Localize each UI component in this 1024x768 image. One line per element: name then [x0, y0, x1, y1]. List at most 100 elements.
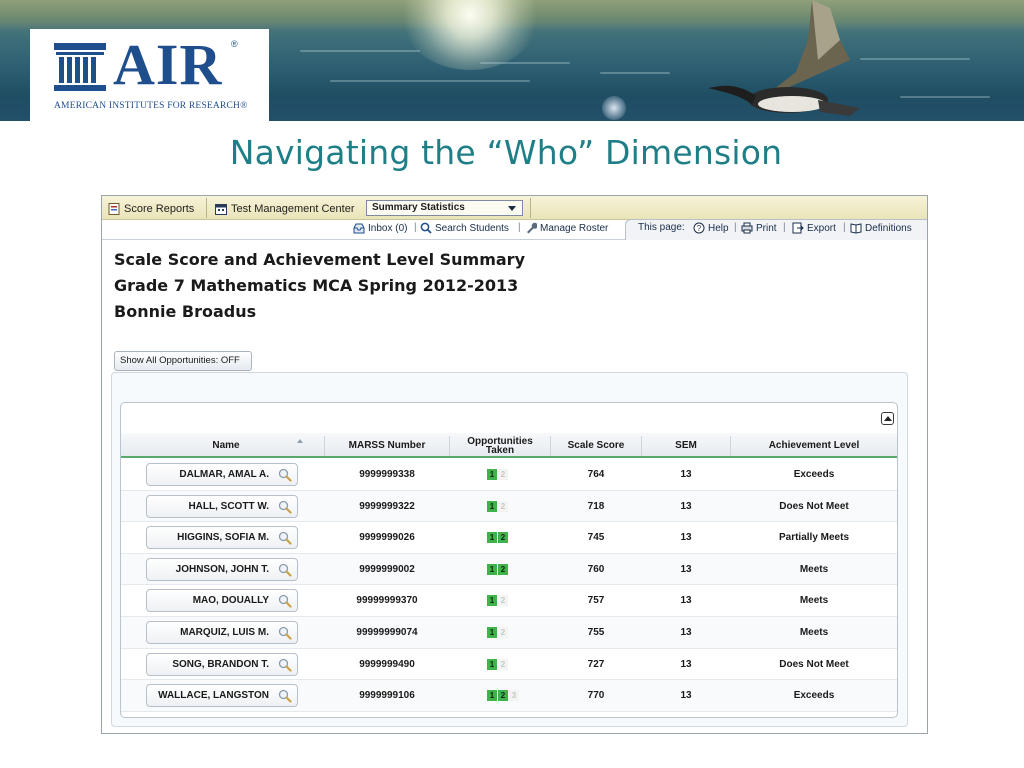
- magnifier-icon[interactable]: [278, 500, 292, 514]
- divider: |: [734, 222, 737, 233]
- sem-value: 13: [680, 500, 692, 512]
- inbox-label: Inbox (0): [368, 222, 408, 234]
- definitions-label: Definitions: [865, 222, 912, 234]
- magnifier-icon[interactable]: [278, 689, 292, 703]
- student-name: JOHNSON, JOHN T.: [175, 563, 269, 575]
- sem-value: 13: [680, 595, 692, 607]
- table-row: DALMAR, AMAL A. 9999999338 1 2 764 13 Exceeds: [121, 459, 897, 491]
- student-name-button[interactable]: MAO, DOUALLY: [146, 589, 298, 613]
- inbox-icon: [353, 223, 365, 234]
- logo-subtitle: AMERICAN INSTITUTES FOR RESEARCH®: [54, 101, 248, 111]
- scale-score: 764: [587, 469, 605, 480]
- tab-test-management-center[interactable]: Test Management Center: [215, 199, 355, 218]
- table-row: MARQUIZ, LUIS M. 99999999074 1 2 755 13 Meets: [121, 616, 897, 649]
- collapse-icon[interactable]: [881, 412, 894, 425]
- columns-icon: [54, 43, 106, 91]
- report-subtitle: Grade 7 Mathematics MCA Spring 2012-2013: [114, 276, 519, 295]
- divider: |: [783, 222, 786, 233]
- export-link[interactable]: Export: [792, 222, 836, 234]
- marss-number: 9999999490: [359, 658, 415, 670]
- manage-roster-link[interactable]: Manage Roster: [525, 222, 608, 234]
- opportunity-taken-badge[interactable]: 1: [487, 532, 497, 544]
- sem-value: 13: [680, 690, 692, 702]
- magnifier-icon[interactable]: [278, 626, 292, 640]
- table-row: HIGGINS, SOFIA M. 9999999026 1 2 745 13 Partia…: [121, 522, 897, 554]
- column-header-achievement-level[interactable]: Achievement Level: [731, 433, 897, 458]
- column-header-opportunities[interactable]: Opportunities Taken: [450, 433, 550, 458]
- student-name-button[interactable]: HIGGINS, SOFIA M.: [146, 526, 298, 550]
- student-name-button[interactable]: MARQUIZ, LUIS M.: [146, 620, 298, 644]
- inbox-link[interactable]: Inbox (0): [353, 222, 407, 234]
- student-name: WALLACE, LANGSTON: [158, 690, 269, 702]
- sem-value: 13: [680, 563, 692, 575]
- table-header: Name MARSS Number Opportunities Taken Sc…: [121, 433, 897, 458]
- calendar-icon: [215, 203, 227, 215]
- results-panel-outer: Name MARSS Number Opportunities Taken Sc…: [111, 372, 908, 727]
- sort-ascending-icon[interactable]: [297, 439, 303, 443]
- opportunity-taken-badge[interactable]: 1: [487, 563, 497, 575]
- opportunity-not-taken-badge: 2: [498, 626, 508, 638]
- opportunities-taken: 12: [487, 469, 509, 480]
- opportunity-taken-badge[interactable]: 1: [487, 658, 497, 670]
- help-link[interactable]: ? Help: [693, 222, 729, 234]
- definitions-link[interactable]: Definitions: [850, 222, 912, 234]
- loon-bird-image: [708, 0, 860, 116]
- show-all-opportunities-toggle[interactable]: Show All Opportunities: OFF: [114, 351, 252, 371]
- magnifier-icon[interactable]: [278, 563, 292, 577]
- opportunity-taken-badge[interactable]: 2: [498, 532, 508, 544]
- scale-score: 745: [587, 532, 605, 544]
- opportunity-not-taken-badge: 3: [509, 690, 519, 702]
- student-name-button[interactable]: WALLACE, LANGSTON: [146, 684, 298, 708]
- student-name-button[interactable]: HALL, SCOTT W.: [146, 494, 298, 518]
- student-name-button[interactable]: DALMAR, AMAL A.: [146, 463, 298, 486]
- report-type-value: Summary Statistics: [372, 202, 465, 213]
- student-name-button[interactable]: JOHNSON, JOHN T.: [146, 557, 298, 581]
- magnifier-icon[interactable]: [278, 594, 292, 608]
- print-icon: [741, 222, 753, 234]
- column-header-marss[interactable]: MARSS Number: [325, 433, 449, 458]
- app-screenshot: Score Reports Test Management Center Sum…: [101, 195, 928, 734]
- scale-score: 760: [587, 563, 605, 575]
- opportunities-taken: 12: [487, 626, 509, 638]
- search-students-label: Search Students: [435, 222, 509, 234]
- results-table-panel: Name MARSS Number Opportunities Taken Sc…: [120, 402, 898, 718]
- print-link[interactable]: Print: [741, 222, 777, 234]
- magnifier-icon[interactable]: [278, 658, 292, 672]
- help-icon: ?: [693, 222, 705, 234]
- opportunity-taken-badge[interactable]: 2: [498, 690, 508, 702]
- student-name-button[interactable]: SONG, BRANDON T.: [146, 652, 298, 676]
- student-name: DALMAR, AMAL A.: [179, 469, 269, 480]
- opportunities-taken: 12: [487, 500, 509, 512]
- opportunities-header-line2: Taken: [485, 444, 515, 456]
- marss-number: 9999999026: [359, 532, 415, 544]
- opportunity-taken-badge[interactable]: 2: [498, 563, 508, 575]
- achievement-level: Exceeds: [793, 690, 835, 702]
- opportunity-taken-badge[interactable]: 1: [487, 626, 497, 638]
- achievement-level: Meets: [799, 626, 829, 638]
- column-header-sem[interactable]: SEM: [642, 433, 730, 458]
- opportunities-taken: 12: [487, 595, 509, 607]
- achievement-level: Exceeds: [793, 469, 835, 480]
- magnifier-icon[interactable]: [278, 531, 292, 545]
- search-icon: [420, 222, 432, 234]
- tab-score-reports-label: Score Reports: [124, 202, 195, 215]
- air-logo: AIR ® AMERICAN INSTITUTES FOR RESEARCH®: [30, 29, 269, 121]
- tab-score-reports[interactable]: Score Reports: [108, 199, 194, 218]
- achievement-level: Does Not Meet: [779, 500, 849, 512]
- table-body: DALMAR, AMAL A. 9999999338 1 2 764 13 Exceeds H…: [121, 459, 897, 712]
- opportunity-taken-badge[interactable]: 1: [487, 690, 497, 702]
- column-header-name[interactable]: Name: [161, 433, 291, 458]
- achievement-level: Does Not Meet: [779, 658, 849, 670]
- search-students-link[interactable]: Search Students: [420, 222, 509, 234]
- achievement-level: Meets: [799, 595, 829, 607]
- this-page-label: This page:: [638, 222, 685, 233]
- opportunity-not-taken-badge: 2: [498, 469, 508, 480]
- logo-registered-mark: ®: [231, 39, 238, 49]
- opportunity-taken-badge[interactable]: 1: [487, 595, 497, 607]
- column-header-scale-score[interactable]: Scale Score: [551, 433, 641, 458]
- opportunity-taken-badge[interactable]: 1: [487, 469, 497, 480]
- report-type-select[interactable]: Summary Statistics: [366, 200, 523, 216]
- magnifier-icon[interactable]: [278, 468, 292, 482]
- opportunity-taken-badge[interactable]: 1: [487, 500, 497, 512]
- divider: |: [843, 222, 846, 233]
